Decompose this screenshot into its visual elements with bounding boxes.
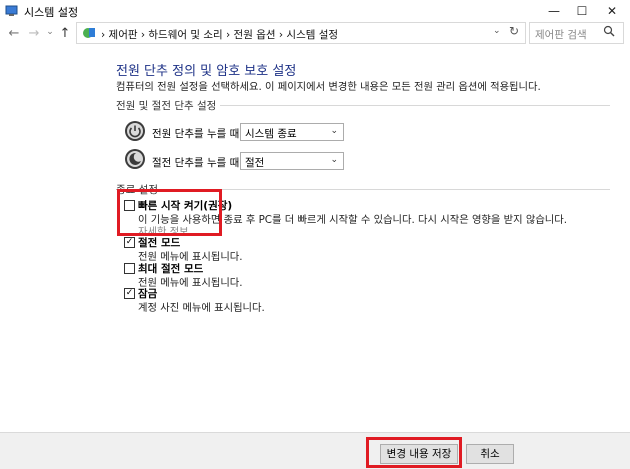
window-title: 시스템 설정 <box>24 6 79 19</box>
power-icon <box>125 121 145 141</box>
power-button-value: 시스템 종료 <box>245 128 297 140</box>
save-button-highlight <box>366 437 462 468</box>
section-divider <box>220 105 610 106</box>
hibernate-checkbox[interactable] <box>124 263 135 274</box>
recent-locations-icon[interactable]: ⌄ <box>43 24 57 40</box>
page-description: 컴퓨터의 전원 설정을 선택하세요. 이 페이지에서 변경한 내용은 모든 전원… <box>116 81 541 93</box>
lock-description: 계정 사진 메뉴에 표시됩니다. <box>138 302 265 314</box>
section-divider <box>160 189 610 190</box>
chevron-down-icon: ⌄ <box>330 126 338 136</box>
fast-startup-highlight <box>117 189 222 236</box>
power-button-label: 전원 단추를 누를 때: <box>152 128 243 140</box>
power-buttons-header: 전원 및 절전 단추 설정 <box>116 100 217 112</box>
breadcrumb[interactable]: › 제어판 › 하드웨어 및 소리 › 전원 옵션 › 시스템 설정 <box>101 27 338 42</box>
minimize-button[interactable]: — <box>540 0 568 22</box>
sleep-button-dropdown[interactable]: 절전 ⌄ <box>240 152 344 170</box>
search-icon[interactable] <box>603 25 615 37</box>
search-input[interactable]: 제어판 검색 <box>535 27 587 42</box>
sleep-icon <box>125 149 145 169</box>
back-arrow-icon[interactable]: ← <box>7 26 21 42</box>
cancel-button[interactable]: 취소 <box>466 444 514 464</box>
forward-arrow-icon[interactable]: → <box>27 26 41 42</box>
refresh-icon[interactable]: ↻ <box>509 24 519 38</box>
chevron-down-icon: ⌄ <box>330 155 338 165</box>
sleep-mode-checkbox[interactable]: ✓ <box>124 237 135 248</box>
page-title: 전원 단추 정의 및 암호 보호 설정 <box>116 64 297 79</box>
address-dropdown-icon[interactable]: ⌄ <box>493 26 501 36</box>
power-button-dropdown[interactable]: 시스템 종료 ⌄ <box>240 123 344 141</box>
title-bar <box>0 0 630 22</box>
control-panel-icon <box>83 28 95 38</box>
sleep-button-value: 절전 <box>245 157 265 169</box>
up-arrow-icon[interactable]: ↑ <box>58 26 72 42</box>
maximize-button[interactable]: ☐ <box>568 0 596 22</box>
footer-bar <box>0 432 630 469</box>
lock-checkbox[interactable]: ✓ <box>124 288 135 299</box>
close-button[interactable]: ✕ <box>598 0 626 22</box>
sleep-button-label: 절전 단추를 누를 때: <box>152 157 243 169</box>
system-settings-icon <box>5 5 18 16</box>
